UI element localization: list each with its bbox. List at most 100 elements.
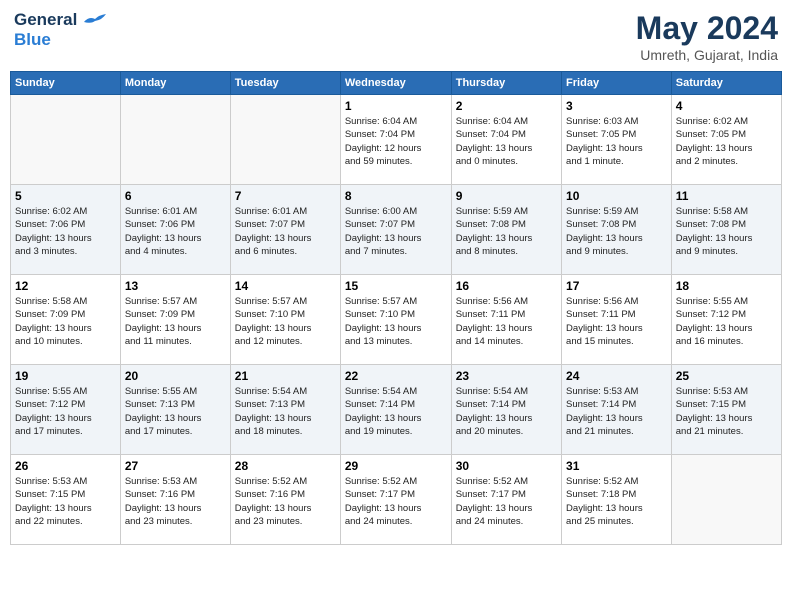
calendar-cell: 15 Sunrise: 5:57 AM Sunset: 7:10 PM Dayli… [340,275,451,365]
day-number: 18 [676,279,777,293]
day-info-text: Sunrise: 6:01 AM Sunset: 7:06 PM Dayligh… [125,205,226,258]
calendar-cell: 3Sunrise: 6:03 AM Sunset: 7:05 PM Daylig… [562,95,672,185]
day-info-text: Sunrise: 5:55 AM Sunset: 7:12 PM Dayligh… [15,385,116,438]
day-info-text: Sunrise: 5:53 AM Sunset: 7:14 PM Dayligh… [566,385,667,438]
calendar-cell: 9 Sunrise: 5:59 AM Sunset: 7:08 PM Daylig… [451,185,561,275]
day-number: 14 [235,279,336,293]
day-number: 5 [15,189,116,203]
day-number: 28 [235,459,336,473]
calendar-cell: 21Sunrise: 5:54 AM Sunset: 7:13 PM Dayli… [230,365,340,455]
day-number: 24 [566,369,667,383]
day-info-text: Sunrise: 5:55 AM Sunset: 7:12 PM Dayligh… [676,295,777,348]
day-number: 6 [125,189,226,203]
day-number: 9 [456,189,557,203]
day-number: 22 [345,369,447,383]
weekday-header-thursday: Thursday [451,72,561,95]
calendar-cell: 4 Sunrise: 6:02 AM Sunset: 7:05 PM Daylig… [671,95,781,185]
calendar-cell: 13Sunrise: 5:57 AM Sunset: 7:09 PM Dayli… [120,275,230,365]
day-number: 17 [566,279,667,293]
day-info-text: Sunrise: 5:57 AM Sunset: 7:10 PM Dayligh… [235,295,336,348]
day-number: 15 [345,279,447,293]
day-number: 4 [676,99,777,113]
day-info-text: Sunrise: 5:54 AM Sunset: 7:14 PM Dayligh… [345,385,447,438]
calendar-cell: 11 Sunrise: 5:58 AM Sunset: 7:08 PM Dayli… [671,185,781,275]
day-number: 10 [566,189,667,203]
calendar-cell: 29 Sunrise: 5:52 AM Sunset: 7:17 PM Dayli… [340,455,451,545]
day-info-text: Sunrise: 6:02 AM Sunset: 7:06 PM Dayligh… [15,205,116,258]
calendar-week-row: 1 Sunrise: 6:04 AM Sunset: 7:04 PM Daylig… [11,95,782,185]
calendar-cell [11,95,121,185]
day-info-text: Sunrise: 5:52 AM Sunset: 7:16 PM Dayligh… [235,475,336,528]
day-number: 20 [125,369,226,383]
calendar-cell [230,95,340,185]
day-info-text: Sunrise: 5:52 AM Sunset: 7:17 PM Dayligh… [456,475,557,528]
calendar-cell: 14 Sunrise: 5:57 AM Sunset: 7:10 PM Dayli… [230,275,340,365]
day-number: 23 [456,369,557,383]
day-number: 27 [125,459,226,473]
logo-bird-icon [84,14,106,28]
calendar-cell: 1 Sunrise: 6:04 AM Sunset: 7:04 PM Daylig… [340,95,451,185]
calendar-cell: 22 Sunrise: 5:54 AM Sunset: 7:14 PM Dayli… [340,365,451,455]
calendar-cell [120,95,230,185]
logo-general: General [14,10,77,29]
day-info-text: Sunrise: 5:59 AM Sunset: 7:08 PM Dayligh… [566,205,667,258]
calendar-cell [671,455,781,545]
day-info-text: Sunrise: 5:52 AM Sunset: 7:17 PM Dayligh… [345,475,447,528]
day-info-text: Sunrise: 5:58 AM Sunset: 7:08 PM Dayligh… [676,205,777,258]
calendar-cell: 7Sunrise: 6:01 AM Sunset: 7:07 PM Daylig… [230,185,340,275]
day-number: 2 [456,99,557,113]
day-number: 11 [676,189,777,203]
logo-text-block: General Blue [14,10,106,49]
weekday-header-row: SundayMondayTuesdayWednesdayThursdayFrid… [11,72,782,95]
day-info-text: Sunrise: 5:59 AM Sunset: 7:08 PM Dayligh… [456,205,557,258]
page-header: General Blue May 2024 Umreth, Gujarat, I… [10,10,782,63]
calendar-cell: 18 Sunrise: 5:55 AM Sunset: 7:12 PM Dayli… [671,275,781,365]
calendar-cell: 5 Sunrise: 6:02 AM Sunset: 7:06 PM Daylig… [11,185,121,275]
day-number: 7 [235,189,336,203]
calendar-cell: 26 Sunrise: 5:53 AM Sunset: 7:15 PM Dayli… [11,455,121,545]
logo: General Blue [14,10,106,49]
calendar-week-row: 26 Sunrise: 5:53 AM Sunset: 7:15 PM Dayli… [11,455,782,545]
calendar-cell: 23 Sunrise: 5:54 AM Sunset: 7:14 PM Dayli… [451,365,561,455]
day-info-text: Sunrise: 6:04 AM Sunset: 7:04 PM Dayligh… [456,115,557,168]
day-number: 29 [345,459,447,473]
calendar-cell: 28 Sunrise: 5:52 AM Sunset: 7:16 PM Dayli… [230,455,340,545]
calendar-cell: 25Sunrise: 5:53 AM Sunset: 7:15 PM Dayli… [671,365,781,455]
day-number: 1 [345,99,447,113]
day-info-text: Sunrise: 5:56 AM Sunset: 7:11 PM Dayligh… [456,295,557,348]
title-section: May 2024 Umreth, Gujarat, India [636,10,778,63]
day-info-text: Sunrise: 5:53 AM Sunset: 7:16 PM Dayligh… [125,475,226,528]
day-info-text: Sunrise: 5:52 AM Sunset: 7:18 PM Dayligh… [566,475,667,528]
logo-blue: Blue [14,30,106,50]
day-info-text: Sunrise: 6:02 AM Sunset: 7:05 PM Dayligh… [676,115,777,168]
weekday-header-saturday: Saturday [671,72,781,95]
calendar-body: 1 Sunrise: 6:04 AM Sunset: 7:04 PM Daylig… [11,95,782,545]
location-subtitle: Umreth, Gujarat, India [636,47,778,63]
calendar-cell: 27 Sunrise: 5:53 AM Sunset: 7:16 PM Dayli… [120,455,230,545]
day-info-text: Sunrise: 5:53 AM Sunset: 7:15 PM Dayligh… [676,385,777,438]
day-info-text: Sunrise: 5:58 AM Sunset: 7:09 PM Dayligh… [15,295,116,348]
weekday-header-wednesday: Wednesday [340,72,451,95]
day-info-text: Sunrise: 5:55 AM Sunset: 7:13 PM Dayligh… [125,385,226,438]
weekday-header-friday: Friday [562,72,672,95]
day-number: 30 [456,459,557,473]
calendar-week-row: 12Sunrise: 5:58 AM Sunset: 7:09 PM Dayli… [11,275,782,365]
calendar-cell: 8Sunrise: 6:00 AM Sunset: 7:07 PM Daylig… [340,185,451,275]
weekday-header-sunday: Sunday [11,72,121,95]
day-info-text: Sunrise: 6:04 AM Sunset: 7:04 PM Dayligh… [345,115,447,168]
calendar-cell: 19Sunrise: 5:55 AM Sunset: 7:12 PM Dayli… [11,365,121,455]
day-number: 26 [15,459,116,473]
weekday-header-monday: Monday [120,72,230,95]
day-info-text: Sunrise: 5:54 AM Sunset: 7:13 PM Dayligh… [235,385,336,438]
calendar-cell: 12Sunrise: 5:58 AM Sunset: 7:09 PM Dayli… [11,275,121,365]
day-info-text: Sunrise: 5:57 AM Sunset: 7:10 PM Dayligh… [345,295,447,348]
day-number: 16 [456,279,557,293]
month-year-title: May 2024 [636,10,778,47]
calendar-table: SundayMondayTuesdayWednesdayThursdayFrid… [10,71,782,545]
day-info-text: Sunrise: 5:56 AM Sunset: 7:11 PM Dayligh… [566,295,667,348]
day-info-text: Sunrise: 5:54 AM Sunset: 7:14 PM Dayligh… [456,385,557,438]
calendar-cell: 30 Sunrise: 5:52 AM Sunset: 7:17 PM Dayli… [451,455,561,545]
day-number: 31 [566,459,667,473]
calendar-week-row: 5 Sunrise: 6:02 AM Sunset: 7:06 PM Daylig… [11,185,782,275]
day-info-text: Sunrise: 5:53 AM Sunset: 7:15 PM Dayligh… [15,475,116,528]
